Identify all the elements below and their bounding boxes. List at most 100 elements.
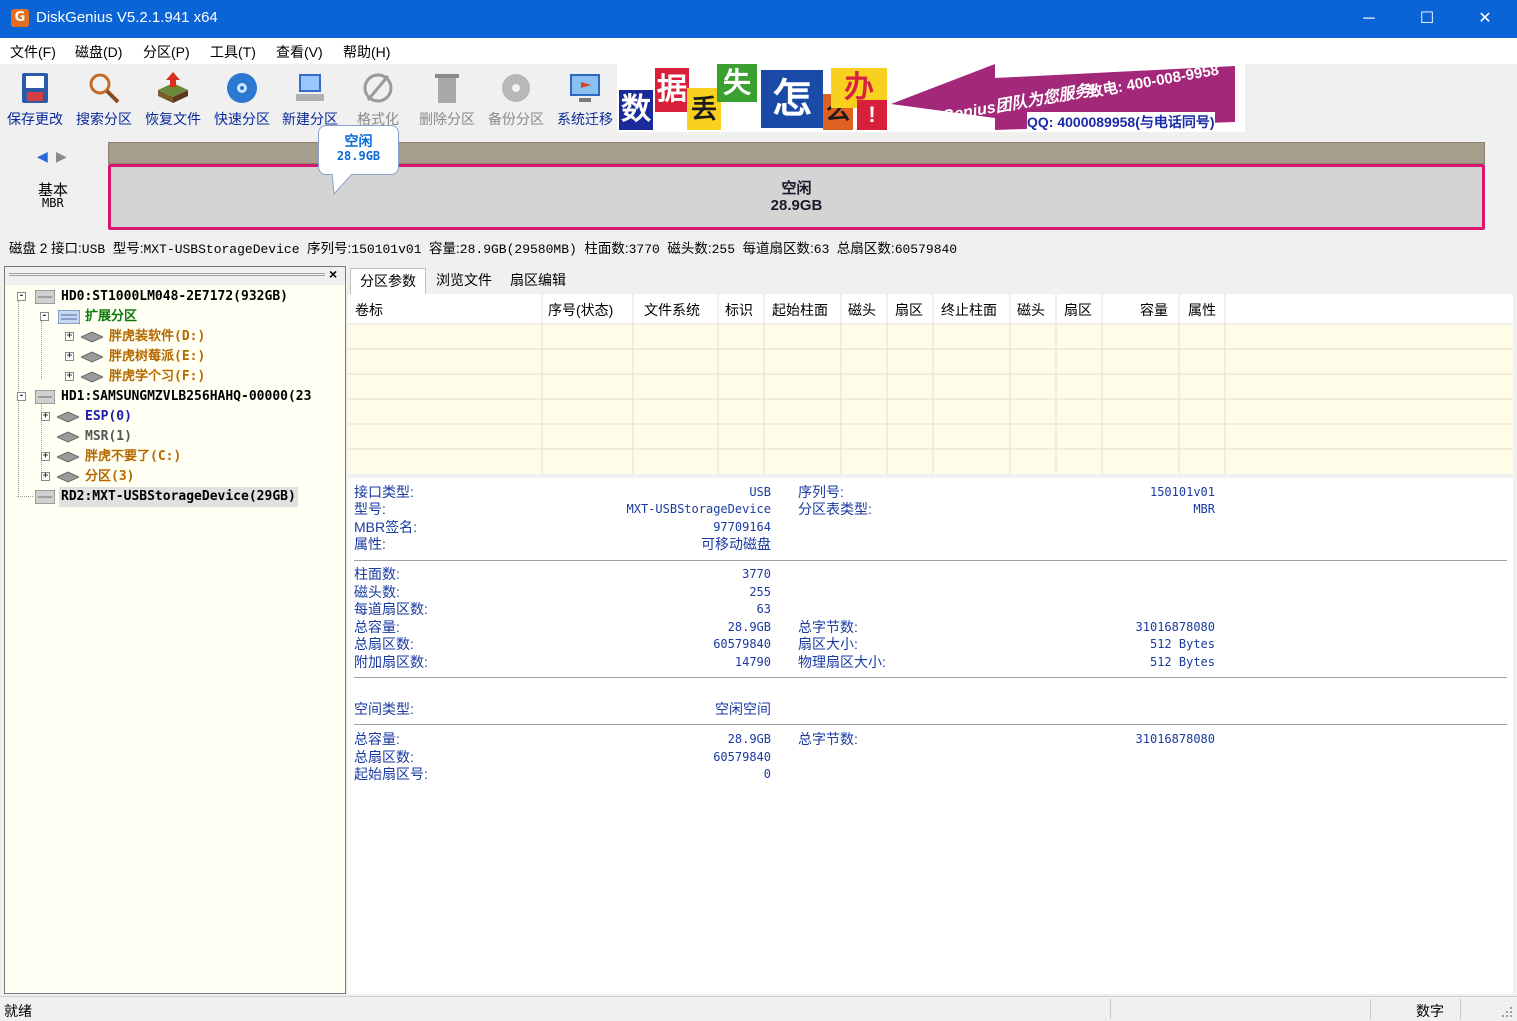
prop-attribute: 可移动磁盘 bbox=[701, 536, 771, 552]
free-space-bar[interactable]: 空闲 28.9GB bbox=[108, 142, 1485, 234]
recover-files-button[interactable]: 恢复文件 bbox=[141, 64, 205, 132]
tree-node-label: 胖虎学个习(F:) bbox=[109, 369, 206, 384]
disk-properties: 接口类型: USB 型号: MXT-USBStorageDevice MBR签名… bbox=[348, 478, 1513, 994]
partition-icon bbox=[81, 351, 103, 363]
ad-char-3: 丢 bbox=[687, 88, 721, 130]
expand-icon[interactable]: + bbox=[65, 352, 74, 361]
next-disk-icon[interactable]: ▶ bbox=[56, 148, 67, 165]
numlock-indicator: 数字 bbox=[1416, 1003, 1444, 1019]
ad-char-1: 数 bbox=[619, 90, 653, 130]
disk-info-line: 磁盘 2 接口:USB 型号:MXT-USBStorageDevice 序列号:… bbox=[9, 241, 958, 257]
delete-partition-button[interactable]: 删除分区 bbox=[415, 64, 479, 132]
partition-icon bbox=[81, 371, 103, 383]
partition-icon bbox=[81, 331, 103, 343]
tree-node-label: 胖虎装软件(D:) bbox=[109, 329, 206, 344]
partition-icon bbox=[57, 411, 79, 423]
extended-partition-icon bbox=[58, 310, 80, 324]
prop-total-bytes: 31016878080 bbox=[1135, 620, 1215, 634]
prop-extra-sectors: 14790 bbox=[734, 655, 771, 669]
disk-cylinders: 3770 bbox=[628, 242, 660, 257]
recover-files-icon bbox=[158, 72, 188, 103]
ad-char-2: 据 bbox=[655, 68, 689, 112]
disk-serial: 150101v01 bbox=[351, 242, 422, 257]
format-button[interactable]: 格式化 bbox=[348, 64, 408, 132]
disk-sectors-per-track: 63 bbox=[813, 242, 830, 257]
tree-node-label: ESP(0) bbox=[85, 409, 132, 424]
partition-icon bbox=[57, 451, 79, 463]
expand-icon[interactable]: + bbox=[41, 412, 50, 421]
tree-node-label-selected: RD2:MXT-USBStorageDevice(29GB) bbox=[59, 487, 298, 507]
tree-close-icon[interactable]: × bbox=[329, 266, 337, 282]
menu-partition[interactable]: 分区(P) bbox=[143, 42, 190, 62]
prop-space-type: 空闲空间 bbox=[715, 701, 771, 717]
partition-icon bbox=[57, 471, 79, 483]
tab-browse-files[interactable]: 浏览文件 bbox=[428, 268, 500, 294]
ad-qq-text: QQ: 4000089958(与电话同号) bbox=[1027, 112, 1215, 132]
system-migration-label: 系统迁移 bbox=[557, 111, 613, 127]
partition-table-grid: 卷标 序号(状态) 文件系统 标识 起始柱面 磁头 扇区 终止柱面 磁头 扇区 … bbox=[348, 294, 1513, 474]
menu-disk[interactable]: 磁盘(D) bbox=[75, 42, 122, 62]
prop-physical-sector-size: 512 Bytes bbox=[1149, 655, 1215, 669]
minimize-button[interactable]: ─ bbox=[1340, 0, 1398, 38]
search-partition-button[interactable]: 搜索分区 bbox=[72, 64, 136, 132]
menu-bar: 文件(F) 磁盘(D) 分区(P) 工具(T) 查看(V) 帮助(H) bbox=[0, 38, 1517, 64]
backup-partition-label: 备份分区 bbox=[488, 111, 544, 127]
prop-heads: 255 bbox=[749, 585, 771, 599]
prop-partition-table-type: MBR bbox=[1193, 502, 1215, 516]
search-partition-label: 搜索分区 bbox=[76, 111, 132, 127]
menu-help[interactable]: 帮助(H) bbox=[343, 42, 390, 62]
tab-partition-params[interactable]: 分区参数 bbox=[350, 268, 426, 294]
close-button[interactable]: ✕ bbox=[1456, 0, 1514, 38]
partition-table-label: MBR bbox=[42, 196, 64, 210]
hard-disk-icon bbox=[35, 390, 55, 404]
prop-total-capacity: 28.9GB bbox=[727, 620, 771, 634]
collapse-icon[interactable]: - bbox=[17, 292, 26, 301]
prop-total-sectors: 60579840 bbox=[713, 637, 771, 651]
ad-char-5: 怎 bbox=[761, 70, 823, 128]
menu-view[interactable]: 查看(V) bbox=[276, 42, 323, 62]
expand-icon[interactable]: + bbox=[41, 452, 50, 461]
backup-partition-button[interactable]: 备份分区 bbox=[484, 64, 548, 132]
backup-partition-icon bbox=[502, 74, 530, 102]
format-icon bbox=[363, 73, 393, 103]
prop-free-total-sectors: 60579840 bbox=[713, 750, 771, 764]
prop-sectors-per-track: 63 bbox=[756, 602, 771, 616]
free-space-size: 28.9GB bbox=[770, 197, 823, 214]
tree-node-label: 胖虎不要了(C:) bbox=[85, 449, 182, 464]
expand-icon[interactable]: + bbox=[41, 472, 50, 481]
hard-disk-icon bbox=[35, 290, 55, 304]
expand-icon[interactable]: + bbox=[65, 332, 74, 341]
recover-files-label: 恢复文件 bbox=[145, 111, 201, 127]
expand-icon[interactable]: + bbox=[65, 372, 74, 381]
tree-node-label: MSR(1) bbox=[85, 429, 132, 444]
ad-banner[interactable]: 数 据 丢 失 怎 么 办 ! DiskGenius团队为您服务! 致电: 40… bbox=[617, 64, 1245, 132]
tree-node-label: HD0:ST1000LM048-2E7172(932GB) bbox=[61, 289, 288, 304]
menu-file[interactable]: 文件(F) bbox=[10, 42, 56, 62]
tree-node-label: HD1:SAMSUNGMZVLB256HAHQ-00000(23 bbox=[61, 389, 312, 404]
save-changes-button[interactable]: 保存更改 bbox=[4, 64, 66, 132]
menu-tools[interactable]: 工具(T) bbox=[210, 42, 256, 62]
status-text: 就绪 bbox=[4, 1003, 32, 1019]
system-migration-button[interactable]: 系统迁移 bbox=[553, 64, 617, 132]
quick-partition-button[interactable]: 快速分区 bbox=[210, 64, 274, 132]
status-bar: 就绪 数字 bbox=[0, 996, 1517, 1021]
delete-partition-icon bbox=[435, 74, 459, 103]
ad-char-4: 失 bbox=[717, 64, 757, 102]
prop-serial: 150101v01 bbox=[1149, 485, 1215, 499]
resize-grip-icon[interactable] bbox=[1500, 1005, 1514, 1019]
tab-sector-editor[interactable]: 扇区编辑 bbox=[502, 268, 574, 294]
collapse-icon[interactable]: - bbox=[17, 392, 26, 401]
search-partition-icon bbox=[89, 73, 120, 104]
maximize-button[interactable]: ☐ bbox=[1398, 0, 1456, 38]
details-panel: 分区参数 浏览文件 扇区编辑 卷标 序号(状态) 文件系统 标识 起始柱面 磁头… bbox=[348, 266, 1517, 994]
delete-partition-label: 删除分区 bbox=[419, 111, 475, 127]
app-logo-icon: G bbox=[11, 9, 29, 27]
disk-map: ◀ ▶ 基本 MBR 空闲 28.9GB bbox=[0, 136, 1517, 236]
disk-interface: USB bbox=[81, 242, 106, 257]
new-partition-button[interactable]: 新建分区 bbox=[279, 64, 341, 132]
free-space-label: 空闲 bbox=[781, 180, 812, 197]
new-partition-icon bbox=[296, 74, 324, 101]
save-changes-icon bbox=[22, 73, 48, 103]
collapse-icon[interactable]: - bbox=[40, 312, 49, 321]
prev-disk-icon[interactable]: ◀ bbox=[37, 148, 48, 165]
